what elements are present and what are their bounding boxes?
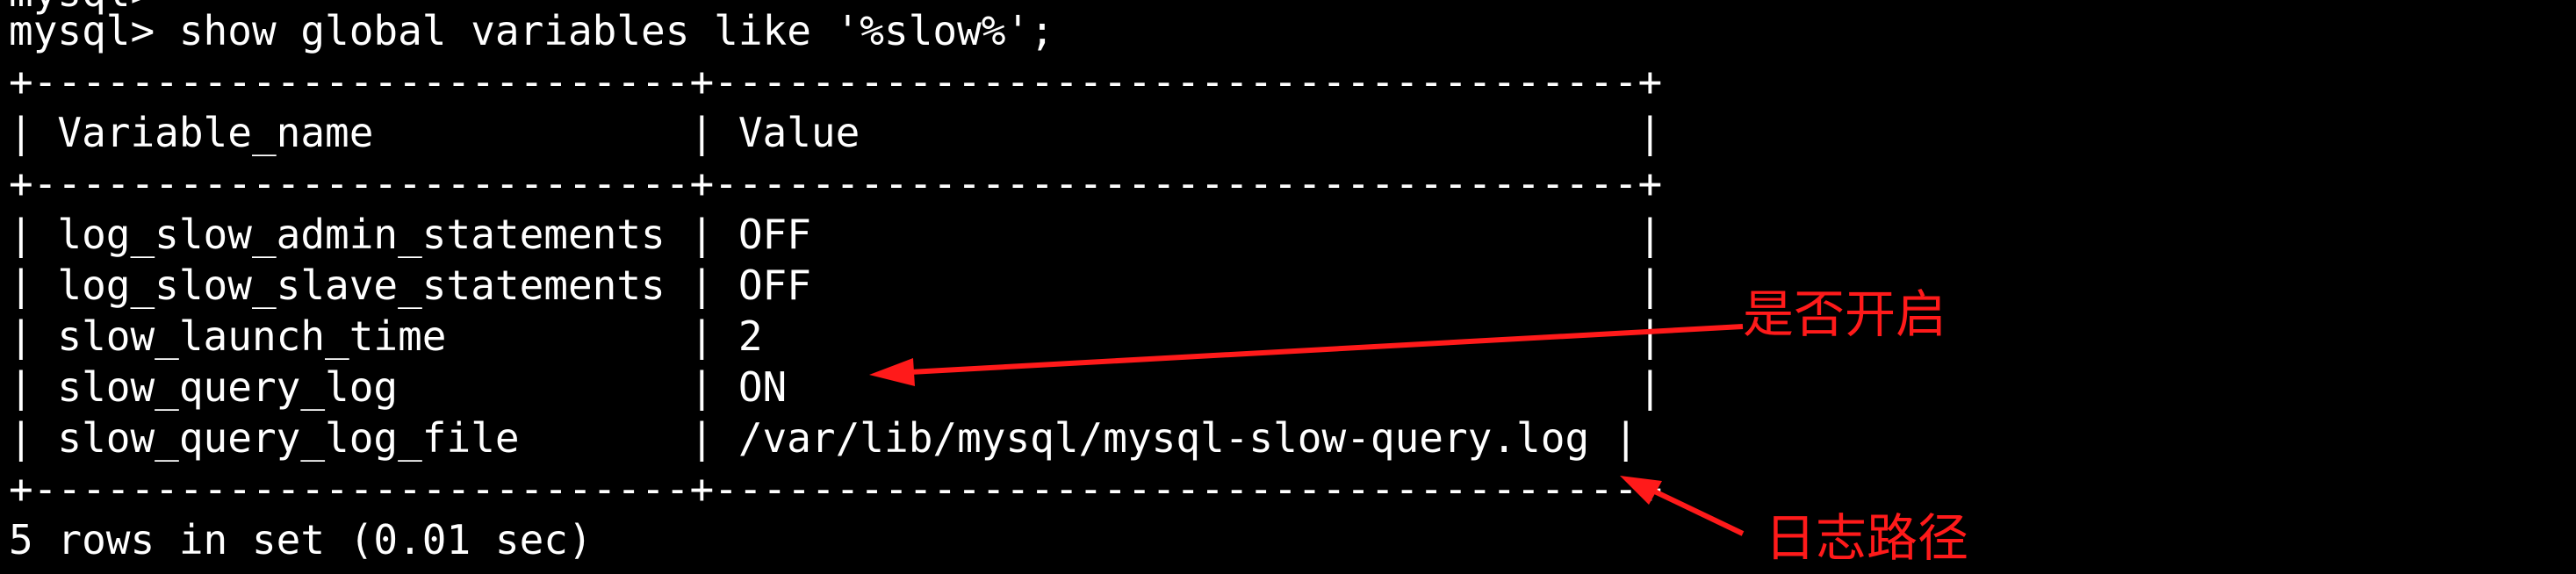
annotation-enabled-label: 是否开启 [1743, 284, 1947, 344]
result-summary: 5 rows in set (0.01 sec) [9, 516, 593, 563]
table-header-row: | Variable_name | Value | [9, 109, 1663, 156]
command-line: mysql> show global variables like '%slow… [9, 7, 1054, 54]
table-row: | log_slow_slave_statements | OFF | [9, 262, 1663, 309]
table-border-bottom: +---------------------------+-----------… [9, 465, 1663, 513]
table-row: | slow_launch_time | 2 | [9, 312, 1663, 360]
table-border-top: +---------------------------+-----------… [9, 58, 1663, 105]
table-border-header: +---------------------------+-----------… [9, 160, 1663, 207]
annotation-path-label: 日志路径 [1765, 508, 1969, 568]
table-row: | slow_query_log | ON | [9, 363, 1663, 411]
table-row: | slow_query_log_file | /var/lib/mysql/m… [9, 414, 1638, 462]
terminal-window[interactable]: mysql> mysql> show global variables like… [0, 0, 2576, 574]
table-row: | log_slow_admin_statements | OFF | [9, 211, 1663, 258]
